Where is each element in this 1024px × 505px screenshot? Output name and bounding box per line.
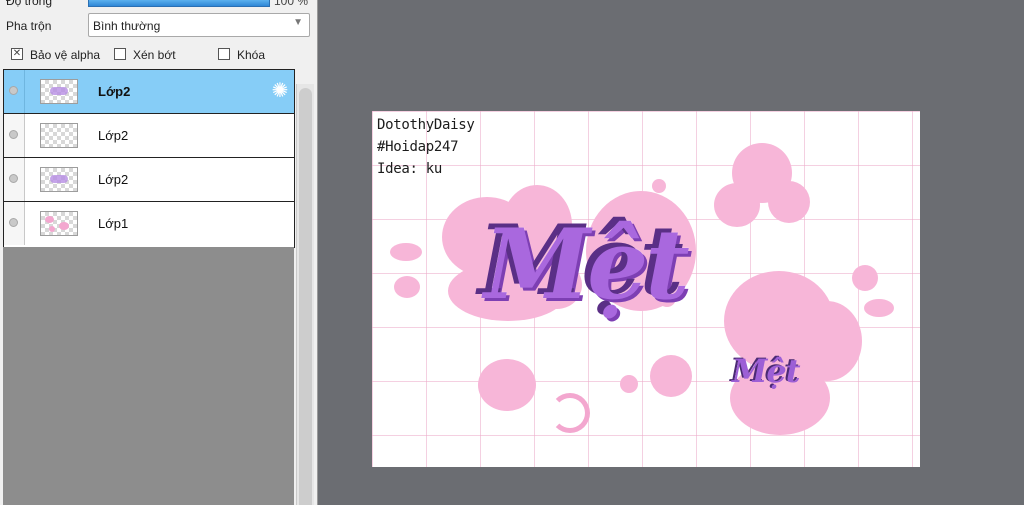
layer-name: Lớp2 [98, 172, 129, 187]
visibility-dot-icon [9, 130, 18, 139]
visibility-toggle[interactable] [4, 202, 25, 245]
visibility-toggle[interactable] [4, 158, 25, 201]
small-lettering: Mệt [732, 352, 801, 390]
layer-row[interactable]: Lớp1 [4, 202, 294, 245]
opacity-slider[interactable] [88, 0, 270, 7]
visibility-dot-icon [9, 174, 18, 183]
lock-checkbox[interactable] [218, 48, 230, 60]
pink-blob [394, 276, 420, 298]
layer-thumbnail [40, 211, 78, 236]
pink-swirl [550, 393, 590, 433]
pink-blob [852, 265, 878, 291]
blend-mode-select[interactable]: Bình thường ▼ [88, 13, 310, 37]
credit-line: #Hoidap247 [377, 139, 459, 155]
layer-row[interactable]: Lớp2 [4, 114, 294, 158]
layer-name: Lớp2 [98, 128, 129, 143]
blend-mode-row: Pha trộn Bình thường ▼ [0, 13, 318, 39]
layer-list: Lớp2 ✺ Lớp2 Lớp2 Lớp1 [3, 69, 295, 248]
layers-panel: Độ trong 100 % Pha trộn Bình thường ▼ ✕ … [0, 0, 318, 505]
protect-alpha-label: Bảo vệ alpha [30, 48, 101, 62]
pink-blob [714, 183, 760, 227]
layer-row[interactable]: Lớp2 ✺ [4, 70, 294, 114]
clip-checkbox[interactable] [114, 48, 126, 60]
lock-label: Khóa [237, 48, 266, 62]
credit-line: DotothyDaisy [377, 117, 475, 133]
drawing-canvas[interactable]: DotothyDaisy #Hoidap247 Idea: ku Mệt Mệt [372, 111, 920, 467]
scrollbar-thumb[interactable] [299, 88, 312, 505]
layer-options-row: ✕ Bảo vệ alpha Xén bớt Khóa [0, 44, 318, 66]
blend-mode-value: Bình thường [93, 19, 161, 33]
pink-blob [652, 179, 666, 193]
pink-blob [390, 243, 422, 261]
visibility-dot-icon [9, 218, 18, 227]
opacity-value: 100 % [274, 0, 309, 8]
pink-blob [650, 355, 692, 397]
gear-icon[interactable]: ✺ [270, 81, 290, 101]
opacity-label: Độ trong [6, 0, 53, 8]
pink-blob [768, 181, 810, 223]
chevron-down-icon: ▼ [293, 17, 303, 28]
blend-mode-label: Pha trộn [6, 19, 52, 33]
layer-row[interactable]: Lớp2 [4, 158, 294, 202]
visibility-toggle[interactable] [4, 70, 25, 113]
opacity-row: Độ trong 100 % [0, 0, 318, 10]
pink-blob [864, 299, 894, 317]
layer-list-empty-area [3, 247, 294, 505]
main-lettering: Mệt [484, 208, 690, 321]
layer-name: Lớp2 [98, 84, 131, 99]
layer-thumbnail [40, 167, 78, 192]
pink-blob [620, 375, 638, 393]
clip-label: Xén bớt [133, 48, 176, 62]
visibility-toggle[interactable] [4, 114, 25, 157]
layer-list-scrollbar[interactable] [296, 84, 314, 505]
credit-line: Idea: ku [377, 161, 443, 177]
visibility-dot-icon [9, 86, 18, 95]
layer-thumbnail [40, 123, 78, 148]
protect-alpha-checkbox[interactable]: ✕ [11, 48, 23, 60]
layer-thumbnail [40, 79, 78, 104]
pink-blob [478, 359, 536, 411]
layer-name: Lớp1 [98, 216, 129, 231]
